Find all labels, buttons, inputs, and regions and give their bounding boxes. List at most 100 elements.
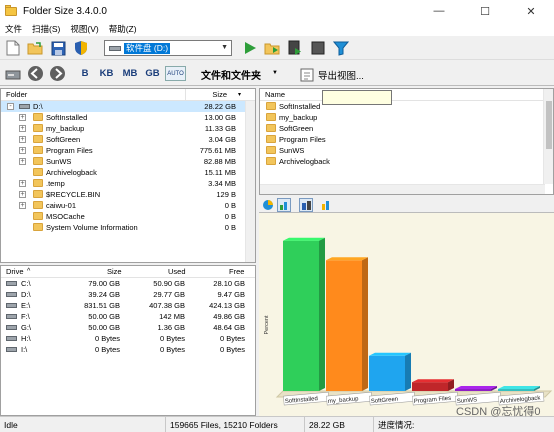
chart-bar-side (405, 352, 411, 391)
col-size[interactable]: Size (212, 90, 227, 99)
drive-used: 0 Bytes (159, 334, 185, 343)
name-list-header: Name (260, 89, 553, 101)
folder-scan-icon[interactable] (264, 40, 280, 56)
filter-type-dropdown[interactable]: 文件和文件夹 (201, 67, 261, 82)
name-list-row[interactable]: SoftInstalled (260, 101, 543, 112)
drive-row[interactable]: F:\ 50.00 GB 142 MB 49.86 GB (1, 311, 255, 322)
name-list-row[interactable]: Program Files (260, 134, 543, 145)
expand-icon[interactable]: + (19, 125, 26, 132)
folder-size: 13.00 GB (204, 113, 236, 122)
name-list-panel: Name SoftInstalled my_backup SoftGreen Prog… (259, 88, 554, 195)
folder-name: MSOCache (46, 212, 85, 221)
forward-icon[interactable] (49, 65, 65, 81)
name-list-label: SoftInstalled (279, 102, 321, 111)
play-icon[interactable] (242, 40, 258, 56)
drive-free: 424.13 GB (209, 301, 245, 310)
expand-icon[interactable]: + (19, 180, 26, 187)
scrollbar-thumb[interactable] (546, 101, 552, 149)
folder-tree-row[interactable]: + caiwu-01 0 B (1, 200, 246, 211)
menu-view[interactable]: 视图(V) (65, 23, 103, 35)
back-icon[interactable] (27, 65, 43, 81)
folder-tree-row[interactable]: + SoftGreen 3.04 GB (1, 134, 246, 145)
menu-file[interactable]: 文件 (0, 23, 27, 35)
name-list-scrollbar[interactable] (543, 89, 553, 184)
drive-row[interactable]: I:\ 0 Bytes 0 Bytes 0 Bytes (1, 344, 255, 355)
status-bar: Idle 159665 Files, 15210 Folders 28.22 G… (0, 406, 554, 432)
folder-icon (33, 157, 43, 165)
folder-tree-row[interactable]: + Program Files 775.61 MB (1, 145, 246, 156)
unit-mb-button[interactable]: MB (120, 66, 140, 81)
folder-tree-row[interactable]: + $RECYCLE.BIN 129 B (1, 189, 246, 200)
name-list-row[interactable]: SunWS (260, 145, 543, 156)
bar-chart-2d-icon[interactable] (277, 198, 291, 212)
pie-chart-icon[interactable] (261, 198, 275, 212)
stop-icon[interactable] (310, 40, 326, 56)
expand-icon[interactable]: + (19, 147, 26, 154)
folder-icon (266, 157, 276, 165)
expand-icon[interactable]: + (19, 158, 26, 165)
bar-chart-3d-icon[interactable] (299, 198, 313, 212)
folder-icon (266, 124, 276, 132)
name-list-hscrollbar[interactable] (260, 184, 545, 194)
folder-icon (266, 146, 276, 154)
folder-tree-row[interactable]: + .temp 3.34 MB (1, 178, 246, 189)
folder-tree-row[interactable]: - D:\ 28.22 GB (1, 101, 246, 112)
maximize-button[interactable]: ☐ (462, 0, 508, 22)
expand-icon[interactable]: + (19, 191, 26, 198)
folder-tree-row[interactable]: + SunWS 82.88 MB (1, 156, 246, 167)
column-chart-icon[interactable] (319, 198, 333, 212)
filter-icon[interactable] (333, 40, 349, 56)
col-drive[interactable]: Drive (6, 267, 24, 276)
unit-bytes-button[interactable]: B (79, 66, 91, 81)
close-button[interactable]: ✕ (508, 0, 554, 22)
export-icon[interactable] (299, 67, 315, 83)
drive-row[interactable]: G:\ 50.00 GB 1.36 GB 48.64 GB (1, 322, 255, 333)
folder-name: Program Files (46, 146, 93, 155)
open-folder-icon[interactable] (27, 40, 43, 56)
folder-size: 0 B (224, 212, 236, 221)
unit-auto-button[interactable]: AUTO (165, 66, 186, 81)
folder-tree-row[interactable]: System Volume Information 0 B (1, 222, 246, 233)
drive-select[interactable]: 软件盘 (D:) ▼ (104, 40, 232, 56)
col-name[interactable]: Name (265, 90, 285, 99)
folder-tree-row[interactable]: MSOCache 0 B (1, 211, 246, 222)
drive-letter: H:\ (21, 334, 31, 343)
folder-tree-row[interactable]: + my_backup 11.33 GB (1, 123, 246, 134)
unit-gb-button[interactable]: GB (143, 66, 162, 81)
col-drive-size[interactable]: Size (107, 267, 122, 276)
name-list-label: SunWS (279, 146, 305, 155)
menu-help[interactable]: 帮助(Z) (104, 23, 142, 35)
new-document-icon[interactable] (5, 40, 21, 56)
chevron-down-icon[interactable]: ▼ (272, 70, 278, 76)
menu-bar: 文件 扫描(S) 视图(V) 帮助(Z) (0, 22, 554, 36)
col-used[interactable]: Used (168, 267, 186, 276)
chart-tabs (259, 197, 554, 213)
name-list-row[interactable]: my_backup (260, 112, 543, 123)
folder-tree-row[interactable]: Archivelogback 15.11 MB (1, 167, 246, 178)
expand-icon[interactable]: + (19, 202, 26, 209)
drive-row[interactable]: C:\ 79.00 GB 50.90 GB 28.10 GB (1, 278, 255, 289)
collapse-icon[interactable]: - (7, 103, 14, 110)
name-list-row[interactable]: SoftGreen (260, 123, 543, 134)
shield-icon[interactable] (73, 40, 89, 56)
status-counts: 159665 Files, 15210 Folders (165, 417, 278, 432)
chart-bar (369, 355, 405, 391)
folder-tree-row[interactable]: + SoftInstalled 13.00 GB (1, 112, 246, 123)
folder-tree-scrollbar[interactable] (245, 101, 255, 262)
drive-row[interactable]: H:\ 0 Bytes 0 Bytes 0 Bytes (1, 333, 255, 344)
export-view-button[interactable]: 导出视图... (318, 68, 364, 82)
drive-row[interactable]: D:\ 39.24 GB 29.77 GB 9.47 GB (1, 289, 255, 300)
unit-kb-button[interactable]: KB (97, 66, 116, 81)
minimize-button[interactable]: — (416, 0, 462, 22)
expand-icon[interactable]: + (19, 114, 26, 121)
drive-row[interactable]: E:\ 831.51 GB 407.38 GB 424.13 GB (1, 300, 255, 311)
expand-icon[interactable]: + (19, 136, 26, 143)
save-icon[interactable] (50, 40, 66, 56)
menu-scan[interactable]: 扫描(S) (27, 23, 65, 35)
col-free[interactable]: Free (229, 267, 244, 276)
server-scan-icon[interactable] (287, 40, 303, 56)
name-list-row[interactable]: Archivelogback (260, 156, 543, 167)
col-folder[interactable]: Folder (6, 90, 27, 99)
drives-icon[interactable] (5, 66, 21, 82)
folder-icon (33, 113, 43, 121)
